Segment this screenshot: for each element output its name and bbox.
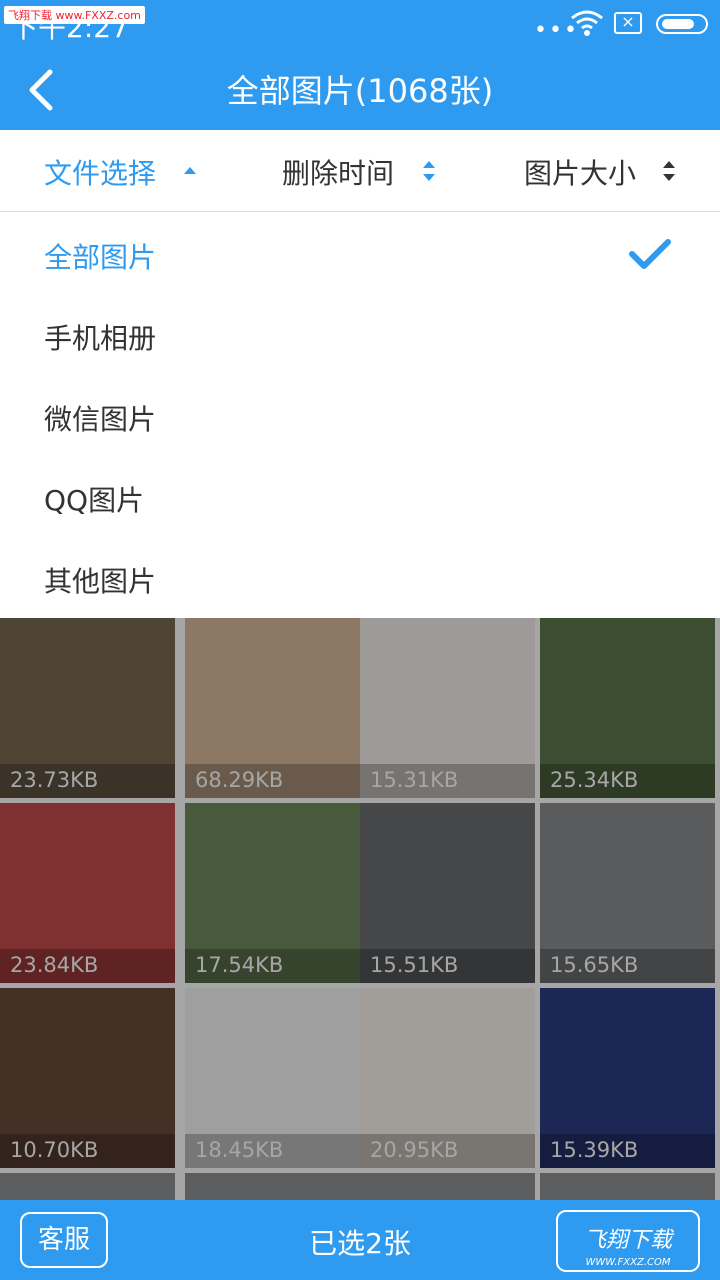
image-thumbnail[interactable]: 68.29KB [185,618,360,798]
bottom-bar: 客服 已选2张 飞翔下载 WWW.FXXZ.COM [0,1200,720,1280]
image-size-label: 15.39KB [540,1134,715,1168]
image-size-label: 15.31KB [360,764,535,798]
sort-bar: 文件选择 删除时间 图片大小 [0,130,720,212]
image-size-label: 20.95KB [360,1134,535,1168]
image-size-label: 18.45KB [185,1134,360,1168]
watermark-logo: 飞翔下载 WWW.FXXZ.COM [556,1210,700,1272]
page-title: 全部图片(1068张) [226,72,494,110]
filter-phone-album[interactable]: 手机相册 [44,317,156,357]
image-thumbnail[interactable]: 15.39KB [540,988,715,1168]
filter-dropdown: 全部图片 手机相册 微信图片 QQ图片 其他图片 [0,212,720,618]
sort-file-select[interactable]: 文件选择 [44,152,156,192]
filter-other-images[interactable]: 其他图片 [44,560,156,600]
image-thumbnail[interactable]: 15.65KB [540,803,715,983]
image-thumbnail[interactable]: 15.51KB [360,803,535,983]
watermark-logo-url: WWW.FXXZ.COM [585,1257,671,1268]
image-size-label: 68.29KB [185,764,360,798]
app-header: 下午2:27 飞翔下载 www.FXXZ.com ••• × 全部图片(1068… [0,0,720,130]
filter-all-images[interactable]: 全部图片 [44,236,156,276]
watermark-badge: 飞翔下载 www.FXXZ.com [4,6,145,24]
image-thumbnail[interactable]: 25.34KB [540,618,715,798]
image-thumbnail[interactable]: 17.54KB [185,803,360,983]
sort-image-size[interactable]: 图片大小 [524,152,636,192]
battery-icon [656,14,708,34]
image-size-label: 15.51KB [360,949,535,983]
image-grid: 23.73KB 68.29KB 15.31KB 25.34KB 23.84KB 17.54… [0,618,720,1208]
sort-delete-time[interactable]: 删除时间 [282,152,394,192]
image-thumbnail[interactable]: 15.31KB [360,618,535,798]
status-bar: 下午2:27 飞翔下载 www.FXXZ.com ••• × [0,0,720,50]
image-size-label: 23.73KB [0,764,175,798]
watermark-logo-text: 飞翔下载 [583,1228,672,1253]
image-thumbnail[interactable]: 10.70KB [0,988,175,1168]
image-size-label: 10.70KB [0,1134,175,1168]
filter-qq-images[interactable]: QQ图片 [44,479,144,519]
sort-toggle-icon [663,161,675,181]
image-thumbnail[interactable]: 20.95KB [360,988,535,1168]
image-size-label: 23.84KB [0,949,175,983]
image-size-label: 15.65KB [540,949,715,983]
image-thumbnail[interactable]: 23.84KB [0,803,175,983]
screen: 下午2:27 飞翔下载 www.FXXZ.com ••• × 全部图片(1068… [0,0,720,1280]
filter-wechat-images[interactable]: 微信图片 [44,398,156,438]
image-size-label: 25.34KB [540,764,715,798]
sort-toggle-icon [423,161,435,181]
image-thumbnail[interactable]: 23.73KB [0,618,175,798]
caret-up-icon [184,167,196,174]
image-thumbnail[interactable]: 18.45KB [185,988,360,1168]
checkmark-icon [629,239,671,269]
wifi-icon [571,10,603,36]
image-size-label: 17.54KB [185,949,360,983]
no-sim-icon: × [614,12,642,34]
